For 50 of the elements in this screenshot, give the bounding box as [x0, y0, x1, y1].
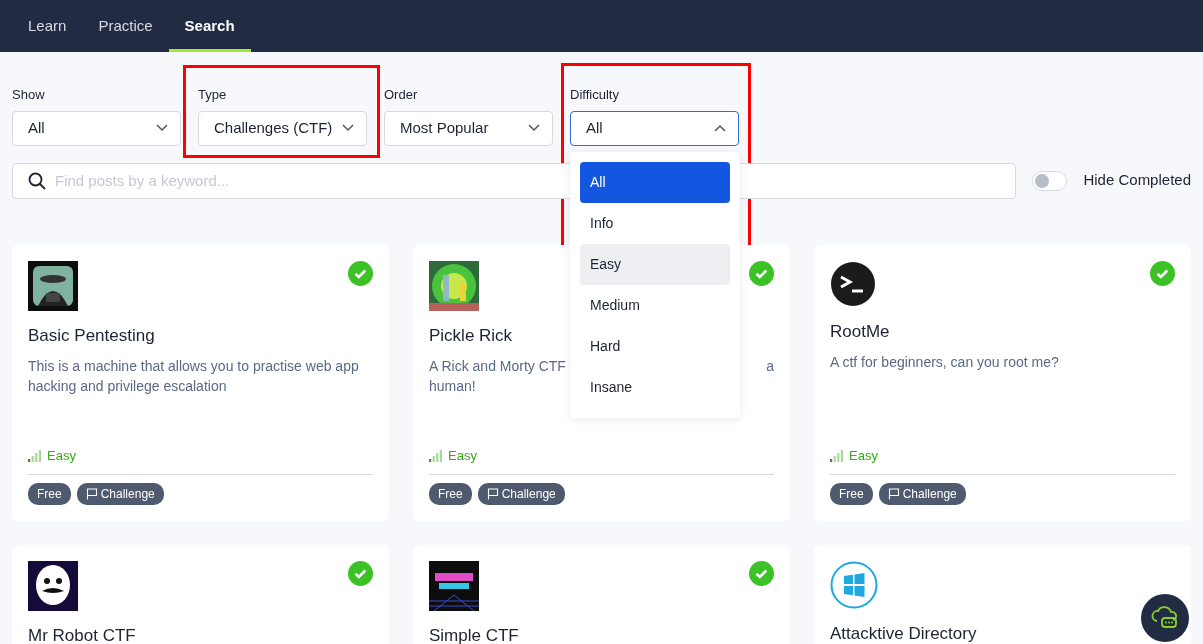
- select-field[interactable]: Most Popular: [384, 110, 553, 146]
- difficulty-label: Easy: [448, 447, 477, 465]
- select-field[interactable]: All: [570, 110, 739, 146]
- chevron-down-icon: [156, 124, 168, 132]
- filter-label: Type: [198, 86, 227, 104]
- dropdown-option[interactable]: Info: [580, 203, 730, 244]
- toggle-label: Hide Completed: [1083, 170, 1191, 191]
- chevron-down-icon: [342, 124, 354, 132]
- filter-label: Show: [12, 86, 45, 104]
- chat-icon: [1151, 605, 1179, 631]
- dropdown-option[interactable]: Hard: [580, 326, 730, 367]
- filter-label: Order: [384, 86, 418, 104]
- toggle-switch[interactable]: [1032, 170, 1068, 191]
- tag: Challenge: [76, 482, 164, 505]
- card-description: human!: [429, 378, 476, 394]
- dropdown-option[interactable]: All: [580, 162, 730, 203]
- card-title[interactable]: Attacktive Directory: [830, 620, 977, 644]
- tag: Free: [429, 482, 472, 505]
- select-field[interactable]: All: [12, 110, 181, 146]
- tag: Challenge: [878, 482, 966, 505]
- card-title[interactable]: Pickle Rick: [429, 322, 513, 348]
- flag-icon: [85, 487, 98, 500]
- difficulty-label: Easy: [849, 447, 878, 465]
- chevron-down-icon: [528, 124, 540, 132]
- search-icon: [28, 171, 46, 190]
- difficulty-label: Easy: [47, 447, 76, 465]
- tag: Free: [830, 482, 873, 505]
- card-title[interactable]: RootMe: [830, 318, 890, 344]
- select-field[interactable]: Challenges (CTF): [198, 110, 367, 146]
- windows-icon: [830, 560, 878, 609]
- nav-tab[interactable]: Learn: [12, 0, 83, 52]
- chevron-up-icon: [714, 124, 726, 132]
- flag-icon: [887, 487, 900, 500]
- flag-icon: [486, 487, 499, 500]
- tag: Challenge: [477, 482, 565, 505]
- nav-tab[interactable]: Practice: [82, 0, 169, 52]
- terminal-icon: [830, 260, 876, 307]
- nav-tab[interactable]: Search: [168, 0, 251, 52]
- dropdown-option[interactable]: Medium: [580, 285, 730, 326]
- card-description: A Rick and Morty CTF: [429, 357, 566, 376]
- card-title[interactable]: Basic Pentesting: [28, 322, 155, 348]
- dropdown-option[interactable]: Easy: [580, 244, 730, 285]
- card-title[interactable]: Simple CTF: [429, 622, 519, 644]
- card-description: a: [766, 357, 774, 376]
- dropdown-option[interactable]: Insane: [580, 367, 730, 408]
- filter-label: Difficulty: [570, 86, 619, 104]
- card-description: A ctf for beginners, can you root me?: [830, 353, 1060, 372]
- card-title[interactable]: Mr Robot CTF: [28, 622, 136, 644]
- card-description: This is a machine that allows you to practise web app hacking and privilege escalation: [28, 357, 360, 396]
- tag: Free: [28, 482, 71, 505]
